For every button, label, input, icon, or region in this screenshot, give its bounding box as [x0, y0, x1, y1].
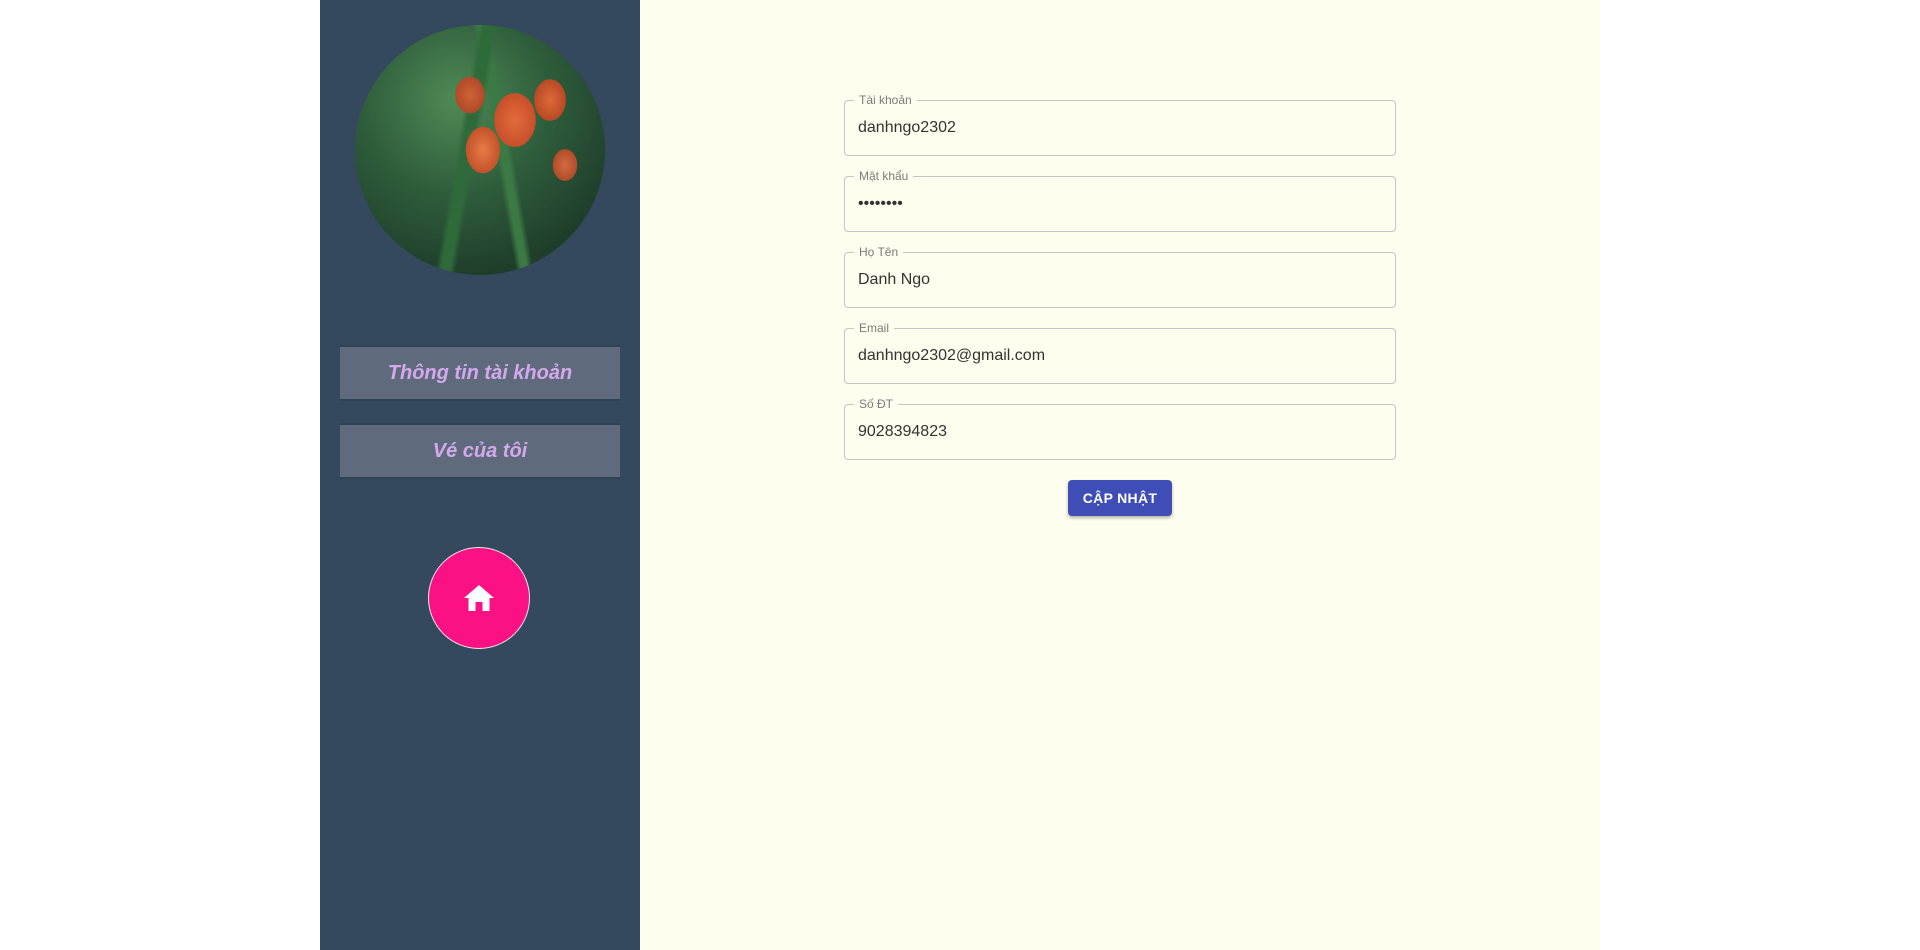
- username-field: Tài khoản: [844, 93, 1396, 156]
- email-field: Email: [844, 321, 1396, 384]
- phone-field: Số ĐT: [844, 397, 1396, 460]
- main-content: Tài khoản Mật khẩu Họ Tên Email Số ĐT CẬ…: [640, 0, 1600, 950]
- avatar-image: [355, 25, 605, 275]
- phone-input[interactable]: [858, 405, 1382, 459]
- update-button[interactable]: CẬP NHẬT: [1068, 480, 1172, 516]
- home-icon: [464, 585, 494, 611]
- username-input[interactable]: [858, 101, 1382, 155]
- sidebar-item-account-info[interactable]: Thông tin tài khoản: [340, 345, 620, 401]
- sidebar-menu: Thông tin tài khoản Vé của tôi: [340, 345, 620, 501]
- form-actions: CẬP NHẬT: [844, 480, 1396, 516]
- password-field: Mật khẩu: [844, 169, 1396, 232]
- profile-form: Tài khoản Mật khẩu Họ Tên Email Số ĐT CẬ…: [844, 93, 1396, 516]
- email-input[interactable]: [858, 329, 1382, 383]
- sidebar: Thông tin tài khoản Vé của tôi: [320, 0, 640, 950]
- fullname-input[interactable]: [858, 253, 1382, 307]
- sidebar-item-my-tickets[interactable]: Vé của tôi: [340, 423, 620, 479]
- fullname-field: Họ Tên: [844, 245, 1396, 308]
- home-button[interactable]: [428, 547, 530, 649]
- password-input[interactable]: [858, 177, 1382, 231]
- app: Thông tin tài khoản Vé của tôi Tài khoản…: [320, 0, 1600, 950]
